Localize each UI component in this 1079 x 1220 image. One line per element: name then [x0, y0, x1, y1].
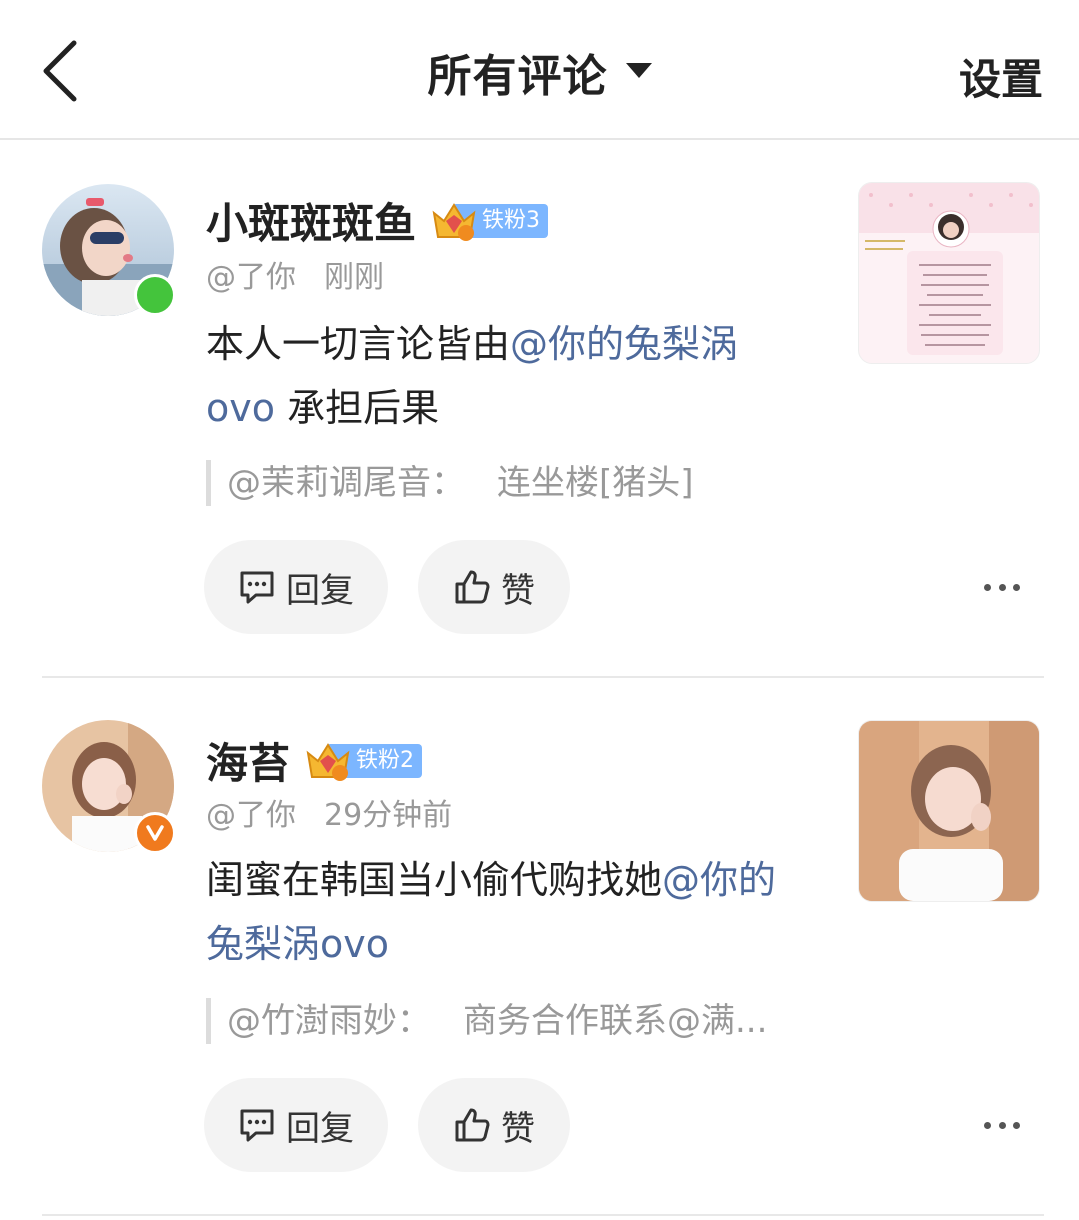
- comment-item: 海苔 铁粉2 @了你 29分钟前 闺蜜在韩国当小偷代购找她@你的兔梨涡ovo @竹…: [0, 678, 1079, 1220]
- thumbs-up-icon: [455, 570, 490, 604]
- top-navigation-bar: 所有评论 设置: [0, 0, 1079, 140]
- fan-badge[interactable]: 铁粉3: [430, 199, 549, 243]
- dot-icon: [998, 583, 1006, 591]
- comment-text-after: 承担后果: [275, 386, 440, 430]
- quote-text: 连坐楼[猪头]: [497, 463, 694, 503]
- comment-item: 小斑斑斑鱼 铁粉3 @了你 刚刚 本人一切言论皆由@你的兔梨涡ovo 承担后果 @…: [0, 140, 1079, 678]
- verified-badge: [134, 812, 176, 854]
- dot-icon: [984, 583, 991, 591]
- reply-button-label: 回复: [286, 570, 354, 611]
- comment-text: 本人一切言论皆由@你的兔梨涡ovo 承担后果: [206, 312, 796, 440]
- username[interactable]: 海苔: [206, 730, 290, 791]
- verified-v-icon: [146, 825, 164, 841]
- post-thumbnail[interactable]: [858, 720, 1040, 902]
- comment-filter-dropdown[interactable]: 所有评论: [0, 40, 1079, 104]
- quote-text: 商务合作联系@满...: [463, 1001, 768, 1041]
- settings-button[interactable]: 设置: [959, 46, 1043, 107]
- dot-icon: [1013, 1121, 1020, 1129]
- like-button-label: 赞: [501, 570, 535, 611]
- like-button[interactable]: 赞: [418, 1078, 570, 1172]
- divider: [42, 1214, 1044, 1216]
- quote-author: @茉莉调尾音：: [227, 463, 465, 503]
- comment-meta: @了你 刚刚: [206, 252, 384, 296]
- dot-icon: [998, 1121, 1006, 1129]
- fan-badge[interactable]: 铁粉2: [304, 739, 423, 783]
- page-title: 所有评论: [427, 51, 608, 102]
- comment-meta: @了你 29分钟前: [206, 790, 452, 834]
- comment-text-plain: 闺蜜在韩国当小偷代购找她: [206, 858, 663, 902]
- reply-button[interactable]: 回复: [204, 1078, 388, 1172]
- like-button[interactable]: 赞: [418, 540, 570, 634]
- more-options-button[interactable]: [984, 1110, 1020, 1140]
- reply-target[interactable]: @了你: [206, 260, 296, 295]
- caret-down-icon: [625, 62, 652, 78]
- thumbs-up-icon: [455, 1108, 490, 1142]
- post-thumbnail[interactable]: [858, 182, 1040, 364]
- comment-text-plain: 本人一切言论皆由: [206, 322, 511, 366]
- dot-icon: [1013, 583, 1020, 591]
- quote-author: @竹澍雨妙：: [227, 1001, 431, 1041]
- reply-button-label: 回复: [286, 1108, 354, 1149]
- like-button-label: 赞: [501, 1108, 535, 1149]
- more-options-button[interactable]: [984, 572, 1020, 602]
- online-status-dot: [134, 274, 176, 316]
- username[interactable]: 小斑斑斑鱼: [206, 190, 416, 251]
- reply-target[interactable]: @了你: [206, 798, 296, 833]
- comment-bubble-icon: [240, 571, 274, 604]
- timestamp: 刚刚: [324, 260, 384, 295]
- dot-icon: [984, 1121, 991, 1129]
- crown-icon: [306, 742, 350, 781]
- comment-text: 闺蜜在韩国当小偷代购找她@你的兔梨涡ovo: [206, 848, 796, 976]
- timestamp: 29分钟前: [324, 798, 453, 833]
- reply-button[interactable]: 回复: [204, 540, 388, 634]
- crown-icon: [432, 202, 476, 241]
- comment-bubble-icon: [240, 1109, 274, 1142]
- quoted-reply[interactable]: @竹澍雨妙： 商务合作联系@满...: [206, 998, 767, 1044]
- quoted-reply[interactable]: @茉莉调尾音： 连坐楼[猪头]: [206, 460, 694, 506]
